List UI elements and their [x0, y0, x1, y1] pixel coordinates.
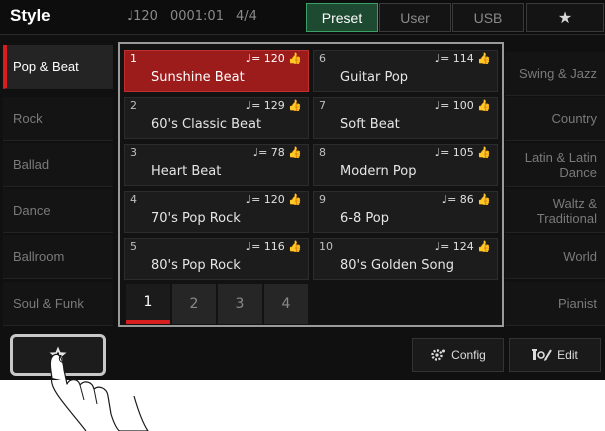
hand-pointer-illustration	[49, 353, 149, 431]
